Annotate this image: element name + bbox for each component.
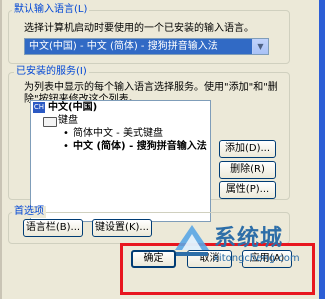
default-language-selected-value: 中文(中国) - 中文 (简体) - 搜狗拼音输入法 <box>29 41 218 52</box>
chevron-down-icon[interactable]: ▼ <box>252 39 268 54</box>
tree-item-service[interactable]: 简体中文 - 美式键盘 <box>73 127 163 140</box>
preferences-legend: 首选项 <box>12 206 46 218</box>
keyboard-icon <box>43 117 57 127</box>
tree-bullet-icon: • <box>63 141 69 152</box>
window-left-border <box>0 0 2 299</box>
tree-item-language[interactable]: 中文(中国) <box>48 101 97 114</box>
watermark-title: 系统城 <box>214 226 284 251</box>
add-button[interactable]: 添加(D)... <box>219 140 276 158</box>
language-flag-icon: CH <box>33 102 45 113</box>
default-language-select[interactable]: 中文(中国) - 中文 (简体) - 搜狗拼音输入法 ▼ <box>24 38 269 55</box>
installed-services-legend: 已安装的服务(I) <box>14 66 89 78</box>
default-language-legend: 默认输入语言(L) <box>12 4 90 16</box>
window-right-border <box>319 0 325 299</box>
remove-button[interactable]: 删除(R) <box>219 161 276 179</box>
key-settings-button[interactable]: 键设置(K)... <box>92 219 152 237</box>
text-services-dialog: 默认输入语言(L) 选择计算机启动时要使用的一个已安装的输入语言。 中文(中国)… <box>0 0 325 299</box>
watermark-url: xitongcheng.com <box>213 253 300 264</box>
default-language-description: 选择计算机启动时要使用的一个已安装的输入语言。 <box>24 23 254 34</box>
tree-bullet-icon: • <box>63 128 69 139</box>
tree-item-service-default[interactable]: 中文 (简体) - 搜狗拼音输入法 <box>73 140 207 153</box>
watermark-logo-icon <box>175 225 209 256</box>
installed-services-tree[interactable]: CH 中文(中国) 键盘 • 简体中文 - 美式键盘 • 中文 (简体) - 搜… <box>30 100 211 222</box>
tree-item-keyboard[interactable]: 键盘 <box>58 114 78 127</box>
properties-button[interactable]: 属性(P)... <box>219 181 276 199</box>
language-bar-button[interactable]: 语言栏(B)... <box>23 219 83 237</box>
